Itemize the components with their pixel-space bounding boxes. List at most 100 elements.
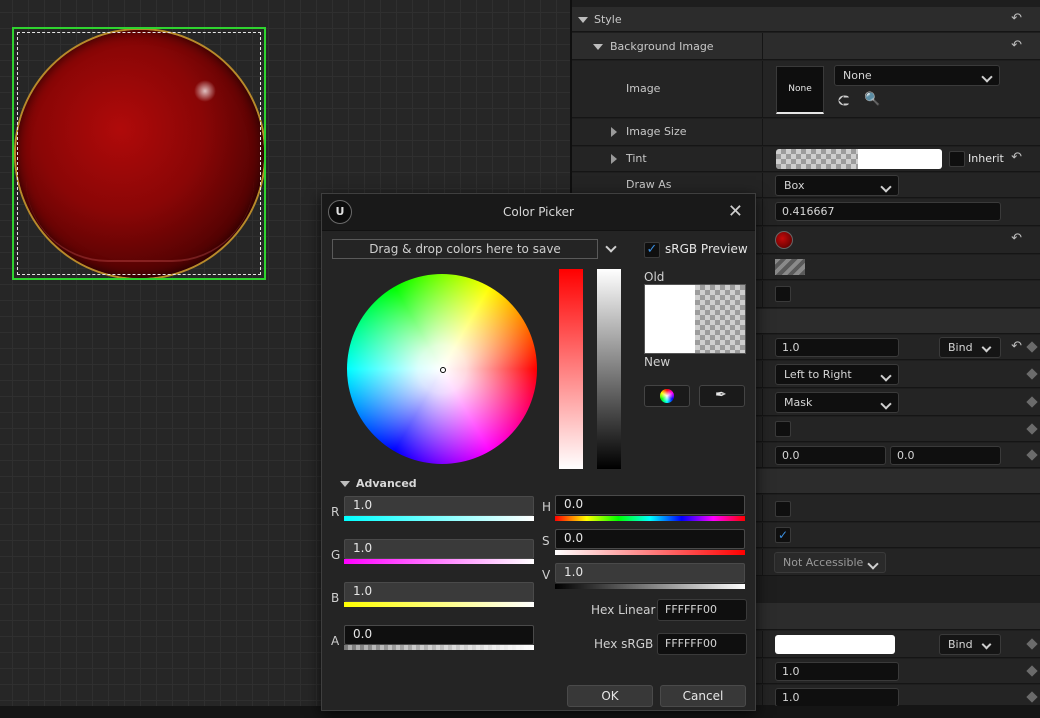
- r-field[interactable]: 1.0: [344, 496, 534, 516]
- column-split[interactable]: [762, 61, 763, 117]
- tint-row[interactable]: Tint Inherit ↶: [572, 147, 1040, 172]
- dialog-titlebar[interactable]: U Color Picker ✕: [322, 194, 755, 231]
- collapse-arrow-icon[interactable]: [578, 17, 588, 23]
- hex-srgb-field[interactable]: FFFFFF00: [657, 633, 747, 655]
- column-split[interactable]: [762, 119, 763, 145]
- column-split[interactable]: [762, 523, 763, 547]
- close-icon[interactable]: ✕: [728, 201, 743, 222]
- color-swatch[interactable]: [775, 635, 895, 654]
- option-checkbox[interactable]: [775, 286, 791, 302]
- direction-dropdown[interactable]: Left to Right: [775, 364, 899, 385]
- value-field[interactable]: 1.0: [775, 688, 899, 707]
- column-split[interactable]: [762, 495, 763, 521]
- column-split[interactable]: [762, 281, 763, 307]
- image-asset-dropdown[interactable]: None: [834, 65, 1000, 86]
- a-gradient-slider[interactable]: [344, 645, 534, 650]
- style-category[interactable]: Style ↶: [572, 7, 1040, 32]
- eyedropper-button[interactable]: ✒: [699, 385, 745, 407]
- reset-icon[interactable]: ↶: [1011, 150, 1022, 165]
- collapse-arrow-icon[interactable]: [593, 44, 603, 50]
- value-slider[interactable]: [597, 269, 621, 469]
- brush-preview-swatch[interactable]: [775, 259, 805, 275]
- cancel-button[interactable]: Cancel: [660, 685, 746, 707]
- value-field[interactable]: 1.0: [775, 662, 899, 681]
- percent-field[interactable]: 1.0: [775, 338, 899, 357]
- keyframe-icon[interactable]: [1026, 368, 1038, 380]
- b-field[interactable]: 1.0: [344, 582, 534, 602]
- background-image-row[interactable]: Background Image ↶: [572, 33, 1040, 60]
- checked-checkbox[interactable]: ✓: [775, 527, 791, 543]
- b-gradient-slider[interactable]: [344, 602, 534, 607]
- accessibility-dropdown[interactable]: Not Accessible: [774, 552, 886, 573]
- r-gradient-slider[interactable]: [344, 516, 534, 521]
- column-split[interactable]: [762, 685, 763, 705]
- column-split[interactable]: [762, 173, 763, 197]
- hex-linear-field[interactable]: FFFFFF00: [657, 599, 747, 621]
- column-split[interactable]: [762, 147, 763, 171]
- bind-button[interactable]: Bind: [939, 337, 1001, 358]
- column-split[interactable]: [762, 361, 763, 387]
- column-split[interactable]: [762, 199, 763, 225]
- chevron-down-icon: [880, 181, 892, 193]
- chevron-down-icon: [880, 370, 892, 382]
- tint-color-preview: [858, 149, 942, 169]
- orb-thumbnail-icon[interactable]: [775, 231, 793, 249]
- tint-color-swatch[interactable]: [776, 149, 942, 169]
- ok-button[interactable]: OK: [567, 685, 653, 707]
- g-gradient-slider[interactable]: [344, 559, 534, 564]
- scale-x-field[interactable]: 0.0: [775, 446, 886, 465]
- reset-icon[interactable]: ↶: [1011, 231, 1022, 246]
- g-field[interactable]: 1.0: [344, 539, 534, 559]
- expand-arrow-icon[interactable]: [611, 154, 617, 164]
- inherit-checkbox[interactable]: [949, 151, 965, 167]
- column-split[interactable]: [762, 631, 763, 657]
- keyframe-icon[interactable]: [1026, 691, 1038, 703]
- expand-arrow-icon[interactable]: [611, 127, 617, 137]
- keyframe-icon[interactable]: [1026, 449, 1038, 461]
- column-split[interactable]: [762, 335, 763, 359]
- scale-y-field[interactable]: 0.0: [890, 446, 1001, 465]
- use-selected-asset-icon[interactable]: ⮈: [838, 92, 849, 110]
- column-split[interactable]: [762, 417, 763, 441]
- image-thumbnail[interactable]: None: [776, 66, 824, 114]
- column-split[interactable]: [762, 33, 763, 59]
- keyframe-icon[interactable]: [1026, 423, 1038, 435]
- column-split[interactable]: [762, 549, 763, 575]
- v-gradient-slider[interactable]: [555, 584, 745, 589]
- option-checkbox[interactable]: [775, 421, 791, 437]
- saturation-slider[interactable]: [559, 269, 583, 469]
- keyframe-icon[interactable]: [1026, 341, 1038, 353]
- srgb-preview-checkbox[interactable]: ✓: [644, 242, 660, 258]
- color-wheel-mode-button[interactable]: [644, 385, 690, 407]
- fill-type-dropdown[interactable]: Mask: [775, 392, 899, 413]
- s-gradient-slider[interactable]: [555, 550, 745, 555]
- option-checkbox[interactable]: [775, 501, 791, 517]
- advanced-section-toggle[interactable]: Advanced: [340, 477, 417, 490]
- column-split[interactable]: [762, 389, 763, 415]
- browse-asset-icon[interactable]: 🔍: [864, 92, 880, 107]
- s-field[interactable]: 0.0: [555, 529, 745, 549]
- column-split[interactable]: [762, 659, 763, 683]
- column-split[interactable]: [762, 255, 763, 279]
- h-field[interactable]: 0.0: [555, 495, 745, 515]
- reset-icon[interactable]: ↶: [1011, 38, 1022, 53]
- reset-icon[interactable]: ↶: [1011, 11, 1022, 26]
- bind-button[interactable]: Bind: [939, 634, 1001, 655]
- keyframe-icon[interactable]: [1026, 396, 1038, 408]
- image-size-row[interactable]: Image Size: [572, 119, 1040, 146]
- color-wheel-selector[interactable]: [440, 367, 446, 373]
- h-gradient-slider[interactable]: [555, 516, 745, 521]
- keyframe-icon[interactable]: [1026, 665, 1038, 677]
- v-field[interactable]: 1.0: [555, 563, 745, 583]
- color-wheel[interactable]: [347, 274, 537, 464]
- chevron-down-icon[interactable]: [605, 241, 617, 253]
- draw-as-dropdown[interactable]: Box: [775, 175, 899, 196]
- reset-icon[interactable]: ↶: [1011, 339, 1022, 354]
- color-theme-dropzone[interactable]: Drag & drop colors here to save: [332, 239, 598, 259]
- margin-field[interactable]: 0.416667: [775, 202, 1001, 221]
- widget-selection-box[interactable]: [12, 27, 266, 280]
- column-split[interactable]: [762, 227, 763, 253]
- keyframe-icon[interactable]: [1026, 638, 1038, 650]
- column-split[interactable]: [762, 443, 763, 467]
- a-field[interactable]: 0.0: [344, 625, 534, 645]
